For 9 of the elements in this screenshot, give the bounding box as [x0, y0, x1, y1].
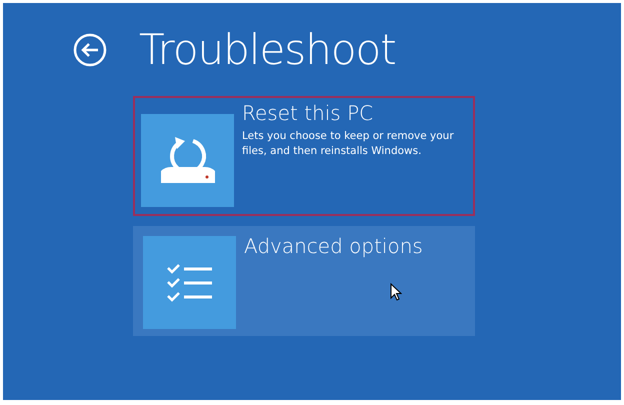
option-title: Advanced options — [244, 235, 423, 257]
mouse-cursor-icon — [390, 283, 402, 301]
page-title: Troubleshoot — [139, 25, 396, 74]
checklist-icon — [166, 262, 214, 302]
back-icon[interactable] — [73, 32, 107, 66]
option-tile[interactable]: Reset this PC Lets you choose to keep or remove your files, and then reinstalls Windows. — [133, 96, 475, 216]
option-description: Lets you choose to keep or remove your files, and then reinstalls Windows. — [242, 129, 455, 160]
option-tile[interactable]: Advanced options — [133, 226, 475, 336]
option-title: Reset this PC — [242, 102, 374, 124]
